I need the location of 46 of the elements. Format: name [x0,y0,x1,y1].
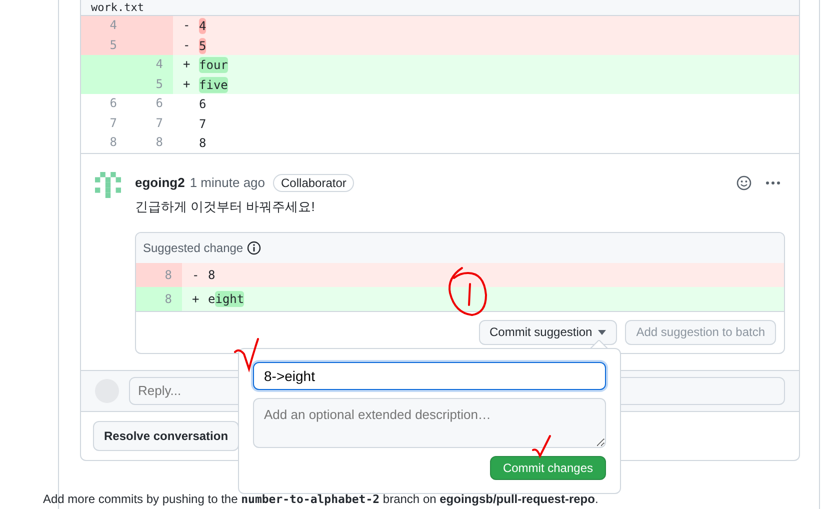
code-text: 7 [199,116,206,132]
suggestion-title: Suggested change [143,240,244,254]
line-number: 7 [154,114,164,132]
line-number: 8 [154,134,164,151]
commit-suggestion-button[interactable]: Commit suggestion [478,320,618,344]
file-name: work.txt [91,1,144,14]
line-number: 8 [108,134,118,151]
diff-sign: - [183,36,192,54]
line-number: 6 [108,95,118,112]
caret-icon [598,330,606,334]
code-text: 4 [199,18,206,34]
pen-annotation-drawing [448,267,487,316]
pen-annotation-drawing [532,435,551,457]
code-text: five [199,76,228,92]
diff-sign: + [183,56,192,73]
author-name[interactable]: egoing2 [135,175,185,190]
diff-sign: - [183,17,192,34]
code-text: e [208,290,216,306]
diff-sign: + [183,76,192,92]
emoji-icon[interactable] [736,174,752,190]
diff-sign: + [192,290,200,308]
code-text: 8 [208,266,216,282]
line-number: 4 [127,55,173,74]
description-field[interactable]: Add an optional extended description… [253,398,606,448]
code-text: four [199,57,228,73]
info-icon[interactable] [247,240,262,254]
line-number: 6 [154,95,164,112]
code-text: 5 [199,38,206,54]
timestamp: 1 minute ago [190,175,266,190]
resolve-conversation-button[interactable]: Resolve conversation [93,420,240,450]
comment-text: 긴급하게 이것부터 바꿔주세요! [135,198,316,216]
line-number: 8 [136,286,182,310]
line-number: 5 [127,74,173,94]
code-text: 6 [199,96,206,112]
code-text: 8 [199,135,206,151]
footer-text: Add more commits by pushing to the number-to-alphabet-2 branch on egoingsb/pull-request-repo. [43,492,600,506]
pen-annotation-drawing [234,338,259,370]
role-badge: Collaborator [273,174,354,192]
diff-sign: - [192,266,200,284]
commit-message-field[interactable]: 8->eight [253,362,606,390]
line-number: 5 [81,36,127,55]
line-number: 8 [136,262,182,286]
code-text: ight [215,290,244,306]
line-number: 7 [108,114,118,132]
line-number: 4 [81,16,127,36]
avatar-icon [95,172,121,198]
